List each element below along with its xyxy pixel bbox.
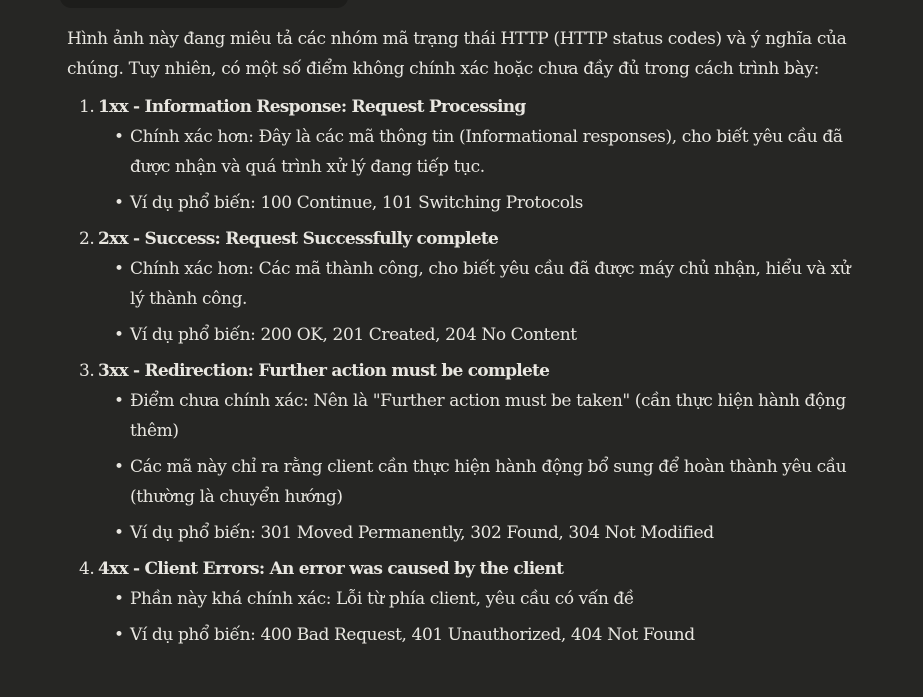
bullet-icon: •: [114, 127, 124, 147]
assistant-response: Hình ảnh này đang miêu tả các nhóm mã tr…: [67, 24, 867, 656]
status-code-list: 1. 1xx - Information Response: Request P…: [67, 92, 867, 650]
list-number: 2.: [79, 229, 95, 249]
list-item: • Ví dụ phổ biến: 100 Continue, 101 Switc…: [98, 188, 867, 218]
list-item-text: Các mã này chỉ ra rằng client cần thực h…: [130, 457, 847, 507]
list-item-text: Ví dụ phổ biến: 301 Moved Permanently, 3…: [130, 523, 714, 543]
list-item-text: Điểm chưa chính xác: Nên là "Further act…: [130, 391, 846, 441]
bullet-icon: •: [114, 193, 124, 213]
list-number: 4.: [79, 559, 95, 579]
list-item: • Phần này khá chính xác: Lỗi từ phía cli…: [98, 584, 867, 614]
user-message-bubble: [60, 0, 348, 8]
bullet-icon: •: [114, 523, 124, 543]
list-item: • Chính xác hơn: Các mã thành công, cho b…: [98, 254, 867, 314]
section-heading: 3xx - Redirection: Further action must b…: [98, 361, 550, 381]
bullet-icon: •: [114, 589, 124, 609]
list-item: • Điểm chưa chính xác: Nên là "Further ac…: [98, 386, 867, 446]
bullet-list: • Phần này khá chính xác: Lỗi từ phía cli…: [98, 584, 867, 650]
section-heading: 2xx - Success: Request Successfully comp…: [98, 229, 499, 249]
list-number: 1.: [79, 97, 95, 117]
list-item: • Chính xác hơn: Đây là các mã thông tin …: [98, 122, 867, 182]
bullet-icon: •: [114, 625, 124, 645]
section-heading: 1xx - Information Response: Request Proc…: [98, 97, 526, 117]
list-item-text: Ví dụ phổ biến: 100 Continue, 101 Switch…: [130, 193, 583, 213]
section-4xx: 4. 4xx - Client Errors: An error was cau…: [67, 554, 867, 650]
bullet-list: • Điểm chưa chính xác: Nên là "Further ac…: [98, 386, 867, 548]
list-item-text: Ví dụ phổ biến: 200 OK, 201 Created, 204…: [130, 325, 577, 345]
bullet-list: • Chính xác hơn: Các mã thành công, cho b…: [98, 254, 867, 350]
list-item: • Ví dụ phổ biến: 301 Moved Permanently, …: [98, 518, 867, 548]
intro-paragraph: Hình ảnh này đang miêu tả các nhóm mã tr…: [67, 29, 847, 79]
list-item-text: Phần này khá chính xác: Lỗi từ phía clie…: [130, 589, 634, 609]
list-number: 3.: [79, 361, 95, 381]
section-3xx: 3. 3xx - Redirection: Further action mus…: [67, 356, 867, 548]
list-item-text: Ví dụ phổ biến: 400 Bad Request, 401 Una…: [130, 625, 695, 645]
list-item-text: Chính xác hơn: Các mã thành công, cho bi…: [130, 259, 851, 309]
bullet-icon: •: [114, 457, 124, 477]
bullet-icon: •: [114, 259, 124, 279]
section-heading: 4xx - Client Errors: An error was caused…: [98, 559, 564, 579]
list-item: • Ví dụ phổ biến: 400 Bad Request, 401 Un…: [98, 620, 867, 650]
list-item: • Các mã này chỉ ra rằng client cần thực …: [98, 452, 867, 512]
list-item: • Ví dụ phổ biến: 200 OK, 201 Created, 20…: [98, 320, 867, 350]
list-item-text: Chính xác hơn: Đây là các mã thông tin (…: [130, 127, 843, 177]
section-1xx: 1. 1xx - Information Response: Request P…: [67, 92, 867, 218]
bullet-icon: •: [114, 391, 124, 411]
bullet-icon: •: [114, 325, 124, 345]
bullet-list: • Chính xác hơn: Đây là các mã thông tin …: [98, 122, 867, 218]
section-2xx: 2. 2xx - Success: Request Successfully c…: [67, 224, 867, 350]
